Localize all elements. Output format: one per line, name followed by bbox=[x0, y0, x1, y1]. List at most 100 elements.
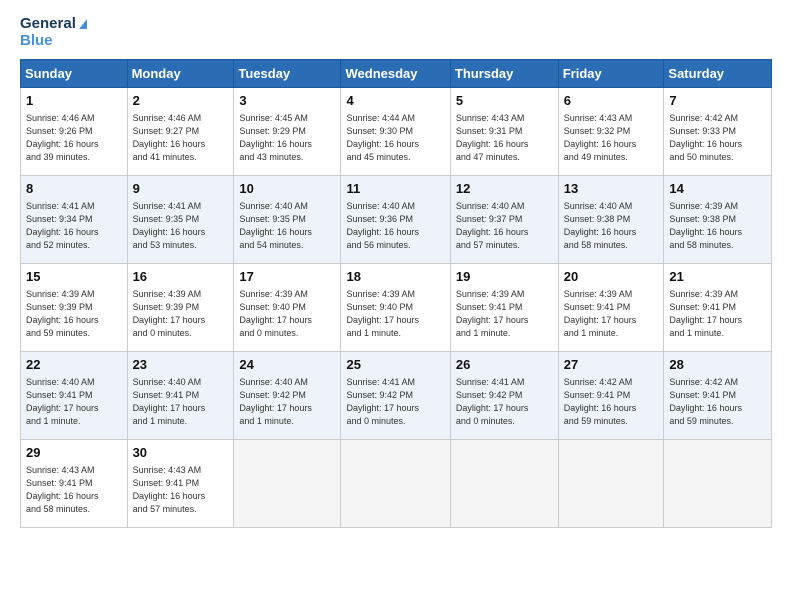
table-row: 26 Sunrise: 4:41 AM Sunset: 9:42 PM Dayl… bbox=[450, 352, 558, 440]
day-number: 24 bbox=[239, 356, 335, 374]
day-number: 28 bbox=[669, 356, 766, 374]
day-number: 1 bbox=[26, 92, 122, 110]
table-row: 11 Sunrise: 4:40 AM Sunset: 9:36 PM Dayl… bbox=[341, 176, 450, 264]
table-row: 22 Sunrise: 4:40 AM Sunset: 9:41 PM Dayl… bbox=[21, 352, 128, 440]
table-row: 12 Sunrise: 4:40 AM Sunset: 9:37 PM Dayl… bbox=[450, 176, 558, 264]
day-info: Sunrise: 4:40 AM Sunset: 9:37 PM Dayligh… bbox=[456, 200, 553, 252]
table-row: 8 Sunrise: 4:41 AM Sunset: 9:34 PM Dayli… bbox=[21, 176, 128, 264]
day-info: Sunrise: 4:39 AM Sunset: 9:41 PM Dayligh… bbox=[456, 288, 553, 340]
day-number: 7 bbox=[669, 92, 766, 110]
day-number: 8 bbox=[26, 180, 122, 198]
day-number: 22 bbox=[26, 356, 122, 374]
day-info: Sunrise: 4:41 AM Sunset: 9:42 PM Dayligh… bbox=[456, 376, 553, 428]
table-row: 17 Sunrise: 4:39 AM Sunset: 9:40 PM Dayl… bbox=[234, 264, 341, 352]
day-number: 10 bbox=[239, 180, 335, 198]
day-info: Sunrise: 4:43 AM Sunset: 9:32 PM Dayligh… bbox=[564, 112, 659, 164]
day-number: 20 bbox=[564, 268, 659, 286]
calendar-table: Sunday Monday Tuesday Wednesday Thursday… bbox=[20, 59, 772, 528]
header: General Blue bbox=[20, 16, 772, 49]
day-info: Sunrise: 4:43 AM Sunset: 9:41 PM Dayligh… bbox=[26, 464, 122, 516]
day-info: Sunrise: 4:39 AM Sunset: 9:41 PM Dayligh… bbox=[564, 288, 659, 340]
day-info: Sunrise: 4:43 AM Sunset: 9:31 PM Dayligh… bbox=[456, 112, 553, 164]
day-info: Sunrise: 4:46 AM Sunset: 9:26 PM Dayligh… bbox=[26, 112, 122, 164]
col-monday: Monday bbox=[127, 60, 234, 88]
day-info: Sunrise: 4:46 AM Sunset: 9:27 PM Dayligh… bbox=[133, 112, 229, 164]
calendar-week-row: 8 Sunrise: 4:41 AM Sunset: 9:34 PM Dayli… bbox=[21, 176, 772, 264]
table-row bbox=[450, 440, 558, 528]
day-info: Sunrise: 4:42 AM Sunset: 9:41 PM Dayligh… bbox=[564, 376, 659, 428]
day-number: 14 bbox=[669, 180, 766, 198]
day-info: Sunrise: 4:41 AM Sunset: 9:34 PM Dayligh… bbox=[26, 200, 122, 252]
day-number: 17 bbox=[239, 268, 335, 286]
day-info: Sunrise: 4:40 AM Sunset: 9:38 PM Dayligh… bbox=[564, 200, 659, 252]
calendar-week-row: 1 Sunrise: 4:46 AM Sunset: 9:26 PM Dayli… bbox=[21, 88, 772, 176]
day-info: Sunrise: 4:44 AM Sunset: 9:30 PM Dayligh… bbox=[346, 112, 444, 164]
day-number: 9 bbox=[133, 180, 229, 198]
col-wednesday: Wednesday bbox=[341, 60, 450, 88]
table-row: 3 Sunrise: 4:45 AM Sunset: 9:29 PM Dayli… bbox=[234, 88, 341, 176]
day-info: Sunrise: 4:41 AM Sunset: 9:42 PM Dayligh… bbox=[346, 376, 444, 428]
table-row bbox=[664, 440, 772, 528]
table-row: 21 Sunrise: 4:39 AM Sunset: 9:41 PM Dayl… bbox=[664, 264, 772, 352]
calendar-week-row: 22 Sunrise: 4:40 AM Sunset: 9:41 PM Dayl… bbox=[21, 352, 772, 440]
table-row: 14 Sunrise: 4:39 AM Sunset: 9:38 PM Dayl… bbox=[664, 176, 772, 264]
table-row: 24 Sunrise: 4:40 AM Sunset: 9:42 PM Dayl… bbox=[234, 352, 341, 440]
day-number: 18 bbox=[346, 268, 444, 286]
table-row: 19 Sunrise: 4:39 AM Sunset: 9:41 PM Dayl… bbox=[450, 264, 558, 352]
col-sunday: Sunday bbox=[21, 60, 128, 88]
day-number: 25 bbox=[346, 356, 444, 374]
calendar-header-row: Sunday Monday Tuesday Wednesday Thursday… bbox=[21, 60, 772, 88]
table-row: 16 Sunrise: 4:39 AM Sunset: 9:39 PM Dayl… bbox=[127, 264, 234, 352]
table-row: 4 Sunrise: 4:44 AM Sunset: 9:30 PM Dayli… bbox=[341, 88, 450, 176]
table-row: 23 Sunrise: 4:40 AM Sunset: 9:41 PM Dayl… bbox=[127, 352, 234, 440]
day-number: 6 bbox=[564, 92, 659, 110]
col-tuesday: Tuesday bbox=[234, 60, 341, 88]
table-row: 28 Sunrise: 4:42 AM Sunset: 9:41 PM Dayl… bbox=[664, 352, 772, 440]
table-row: 13 Sunrise: 4:40 AM Sunset: 9:38 PM Dayl… bbox=[558, 176, 664, 264]
day-info: Sunrise: 4:40 AM Sunset: 9:41 PM Dayligh… bbox=[26, 376, 122, 428]
day-number: 4 bbox=[346, 92, 444, 110]
day-number: 16 bbox=[133, 268, 229, 286]
table-row: 29 Sunrise: 4:43 AM Sunset: 9:41 PM Dayl… bbox=[21, 440, 128, 528]
day-info: Sunrise: 4:41 AM Sunset: 9:35 PM Dayligh… bbox=[133, 200, 229, 252]
table-row: 5 Sunrise: 4:43 AM Sunset: 9:31 PM Dayli… bbox=[450, 88, 558, 176]
day-info: Sunrise: 4:39 AM Sunset: 9:38 PM Dayligh… bbox=[669, 200, 766, 252]
table-row: 15 Sunrise: 4:39 AM Sunset: 9:39 PM Dayl… bbox=[21, 264, 128, 352]
table-row bbox=[341, 440, 450, 528]
table-row: 10 Sunrise: 4:40 AM Sunset: 9:35 PM Dayl… bbox=[234, 176, 341, 264]
table-row: 2 Sunrise: 4:46 AM Sunset: 9:27 PM Dayli… bbox=[127, 88, 234, 176]
day-info: Sunrise: 4:39 AM Sunset: 9:39 PM Dayligh… bbox=[133, 288, 229, 340]
table-row: 25 Sunrise: 4:41 AM Sunset: 9:42 PM Dayl… bbox=[341, 352, 450, 440]
table-row bbox=[558, 440, 664, 528]
calendar-week-row: 15 Sunrise: 4:39 AM Sunset: 9:39 PM Dayl… bbox=[21, 264, 772, 352]
day-info: Sunrise: 4:42 AM Sunset: 9:41 PM Dayligh… bbox=[669, 376, 766, 428]
table-row: 27 Sunrise: 4:42 AM Sunset: 9:41 PM Dayl… bbox=[558, 352, 664, 440]
table-row: 20 Sunrise: 4:39 AM Sunset: 9:41 PM Dayl… bbox=[558, 264, 664, 352]
day-info: Sunrise: 4:39 AM Sunset: 9:41 PM Dayligh… bbox=[669, 288, 766, 340]
day-info: Sunrise: 4:40 AM Sunset: 9:42 PM Dayligh… bbox=[239, 376, 335, 428]
col-friday: Friday bbox=[558, 60, 664, 88]
day-info: Sunrise: 4:39 AM Sunset: 9:40 PM Dayligh… bbox=[346, 288, 444, 340]
day-info: Sunrise: 4:45 AM Sunset: 9:29 PM Dayligh… bbox=[239, 112, 335, 164]
table-row: 18 Sunrise: 4:39 AM Sunset: 9:40 PM Dayl… bbox=[341, 264, 450, 352]
day-info: Sunrise: 4:43 AM Sunset: 9:41 PM Dayligh… bbox=[133, 464, 229, 516]
table-row: 1 Sunrise: 4:46 AM Sunset: 9:26 PM Dayli… bbox=[21, 88, 128, 176]
page: General Blue Sunday Monday Tuesday Wedne… bbox=[0, 0, 792, 612]
day-number: 5 bbox=[456, 92, 553, 110]
logo: General Blue bbox=[20, 16, 87, 49]
day-info: Sunrise: 4:40 AM Sunset: 9:36 PM Dayligh… bbox=[346, 200, 444, 252]
day-info: Sunrise: 4:40 AM Sunset: 9:41 PM Dayligh… bbox=[133, 376, 229, 428]
table-row: 30 Sunrise: 4:43 AM Sunset: 9:41 PM Dayl… bbox=[127, 440, 234, 528]
day-number: 19 bbox=[456, 268, 553, 286]
table-row: 6 Sunrise: 4:43 AM Sunset: 9:32 PM Dayli… bbox=[558, 88, 664, 176]
col-thursday: Thursday bbox=[450, 60, 558, 88]
day-number: 29 bbox=[26, 444, 122, 462]
day-number: 13 bbox=[564, 180, 659, 198]
day-number: 27 bbox=[564, 356, 659, 374]
day-number: 3 bbox=[239, 92, 335, 110]
col-saturday: Saturday bbox=[664, 60, 772, 88]
day-number: 12 bbox=[456, 180, 553, 198]
day-number: 21 bbox=[669, 268, 766, 286]
day-number: 2 bbox=[133, 92, 229, 110]
day-number: 15 bbox=[26, 268, 122, 286]
